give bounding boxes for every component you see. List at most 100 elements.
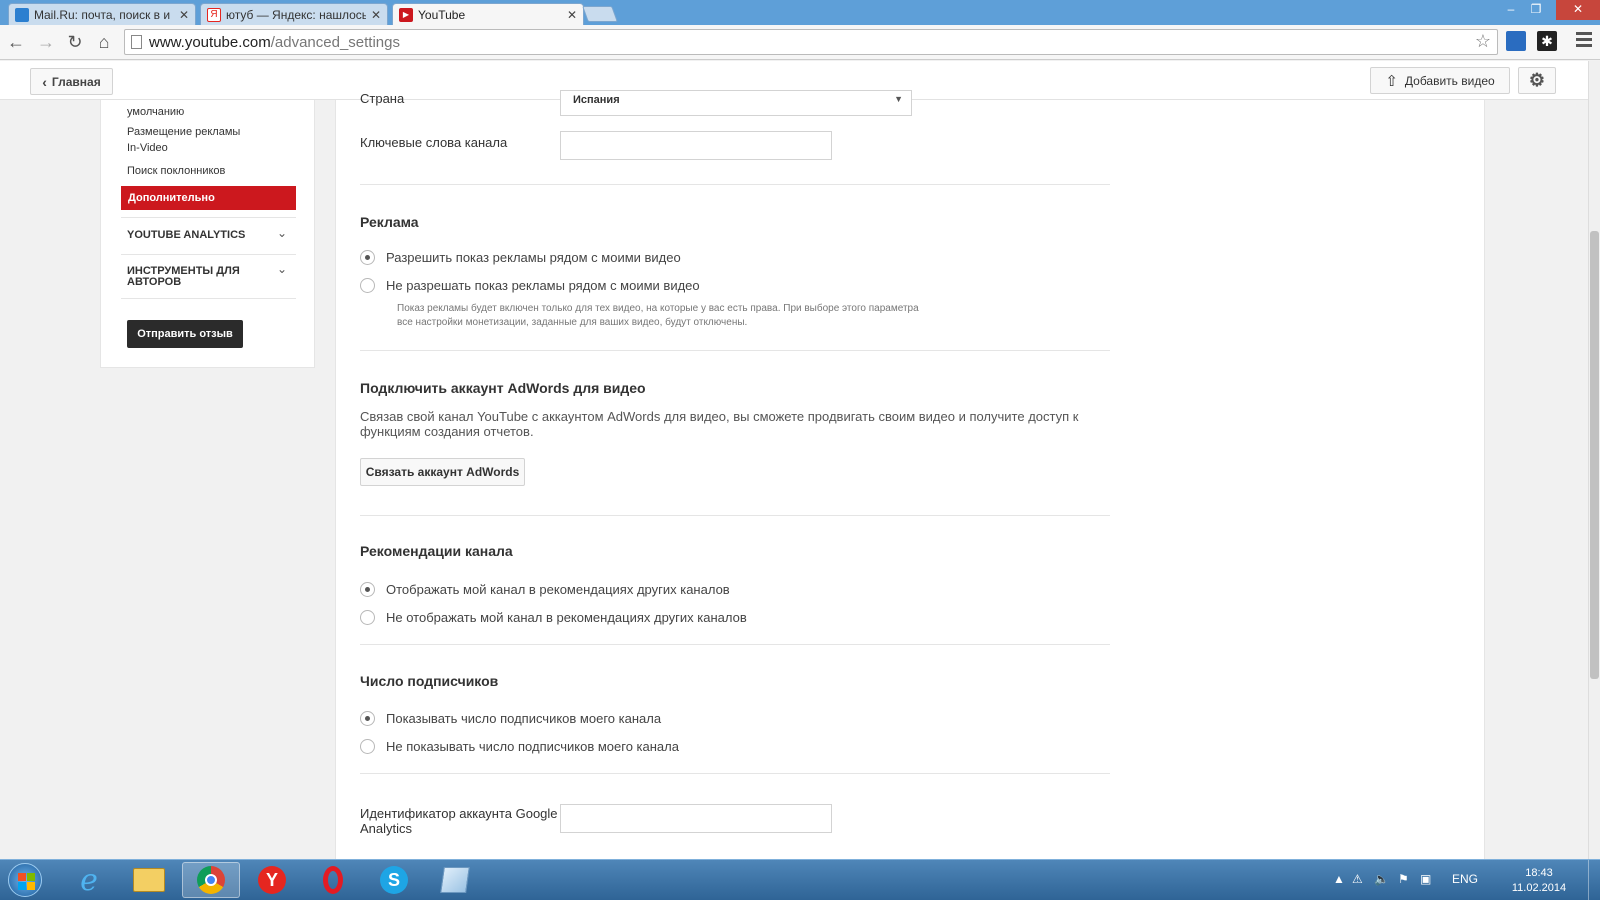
- gear-icon[interactable]: ⚙: [1518, 67, 1556, 94]
- tab-youtube[interactable]: ▶ YouTube ✕: [392, 3, 584, 25]
- tab-mailru[interactable]: Mail.Ru: почта, поиск в и ✕: [8, 3, 196, 25]
- radio-label: Показывать число подписчиков моего канал…: [386, 711, 662, 726]
- page-scrollbar[interactable]: [1588, 61, 1600, 859]
- sidebar-item-defaults[interactable]: умолчанию: [127, 104, 184, 120]
- skype-icon[interactable]: S: [365, 862, 423, 898]
- radio-button[interactable]: [360, 739, 375, 754]
- divider: [121, 217, 296, 218]
- radio-label: Разрешить показ рекламы рядом с моими ви…: [386, 250, 681, 265]
- country-value: Испания: [573, 94, 620, 106]
- radio-button[interactable]: [360, 610, 375, 625]
- analytics-id-label: Идентификатор аккаунта Google Analytics: [360, 806, 558, 836]
- radio-button[interactable]: [360, 250, 375, 265]
- window-close-button[interactable]: ✕: [1556, 0, 1600, 20]
- browser-toolbar: ← → ↻ ⌂ www.youtube.com/advanced_setting…: [0, 25, 1600, 60]
- divider: [360, 773, 1110, 774]
- windows-taskbar: e Y S ▲ ⚠ 🔈 ⚑ ▣ ENG 18:43 11.02.2014: [0, 859, 1600, 900]
- bookmark-star-icon[interactable]: ☆: [1475, 31, 1491, 52]
- new-tab-button[interactable]: [582, 6, 618, 22]
- chevron-down-icon[interactable]: ⌄: [277, 226, 287, 240]
- keywords-input[interactable]: [560, 131, 832, 160]
- radio-label: Не разрешать показ рекламы рядом с моими…: [386, 278, 700, 293]
- link-adwords-label: Связать аккаунт AdWords: [365, 465, 520, 479]
- warning-icon[interactable]: ⚠: [1352, 872, 1363, 886]
- send-feedback-button[interactable]: Отправить отзыв: [127, 320, 243, 348]
- extension-icon[interactable]: ✱: [1537, 31, 1557, 51]
- url-host: www.youtube.com: [149, 34, 271, 51]
- reload-icon[interactable]: ↻: [63, 30, 87, 54]
- chrome-icon[interactable]: [182, 862, 240, 898]
- show-desktop-button[interactable]: [1588, 860, 1600, 900]
- internet-explorer-icon[interactable]: e: [60, 862, 118, 898]
- forward-icon[interactable]: →: [34, 30, 58, 54]
- divider: [121, 298, 296, 299]
- folder-glyph: [133, 868, 165, 892]
- radio-label: Не показывать число подписчиков моего ка…: [386, 739, 679, 754]
- url-path: /advanced_settings: [270, 34, 400, 51]
- volume-icon[interactable]: 🔈: [1374, 872, 1389, 886]
- ads-disallow-option[interactable]: Не разрешать показ рекламы рядом с моими…: [360, 278, 700, 293]
- subscribers-show-option[interactable]: Показывать число подписчиков моего канал…: [360, 711, 661, 726]
- yandex-icon: Я: [207, 7, 221, 22]
- opera-icon[interactable]: [304, 862, 362, 898]
- close-icon[interactable]: ✕: [567, 8, 577, 22]
- upload-icon: ⇧: [1385, 72, 1398, 90]
- scrollbar-thumb[interactable]: [1590, 231, 1599, 679]
- sidebar-item-invideo-ads[interactable]: Размещение рекламы In-Video: [127, 124, 247, 156]
- home-button[interactable]: ‹ Главная: [30, 68, 113, 95]
- radio-button[interactable]: [360, 278, 375, 293]
- recommendations-show-option[interactable]: Отображать мой канал в рекомендациях дру…: [360, 582, 730, 597]
- country-select[interactable]: Испания ▼: [560, 90, 912, 116]
- notes-app-icon[interactable]: [426, 862, 484, 898]
- action-center-flag-icon[interactable]: ⚑: [1398, 872, 1409, 886]
- recommendations-hide-option[interactable]: Не отображать мой канал в рекомендациях …: [360, 610, 747, 625]
- address-bar[interactable]: www.youtube.com/advanced_settings ☆: [124, 29, 1498, 55]
- upload-video-button[interactable]: ⇧ Добавить видео: [1370, 67, 1510, 94]
- minimize-button[interactable]: –: [1500, 0, 1522, 20]
- sidebar-section-analytics[interactable]: YOUTUBE ANALYTICS: [127, 230, 252, 241]
- chrome-center: [205, 874, 217, 886]
- tab-yandex[interactable]: Я ютуб — Яндекс: нашлось ✕: [200, 3, 388, 25]
- analytics-id-input[interactable]: [560, 804, 832, 833]
- notes-glyph: [440, 867, 470, 893]
- file-explorer-icon[interactable]: [120, 862, 178, 898]
- tab-label: YouTube: [418, 7, 466, 22]
- radio-button[interactable]: [360, 582, 375, 597]
- radio-button[interactable]: [360, 711, 375, 726]
- divider: [360, 644, 1110, 645]
- show-hidden-icons-icon[interactable]: ▲: [1333, 872, 1345, 886]
- language-indicator[interactable]: ENG: [1452, 872, 1478, 886]
- sidebar-item-advanced[interactable]: Дополнительно: [121, 186, 296, 210]
- start-button[interactable]: [8, 863, 42, 897]
- home-icon[interactable]: ⌂: [92, 30, 116, 54]
- restore-button[interactable]: ❐: [1524, 0, 1548, 20]
- country-label: Страна: [360, 91, 405, 106]
- radio-label: Не отображать мой канал в рекомендациях …: [386, 610, 747, 625]
- yandex-browser-icon[interactable]: Y: [243, 862, 301, 898]
- url-text[interactable]: www.youtube.com/advanced_settings: [149, 34, 400, 51]
- divider: [121, 254, 296, 255]
- clock-date: 11.02.2014: [1511, 882, 1567, 894]
- browser-menu-icon[interactable]: [1576, 32, 1592, 50]
- back-icon[interactable]: ←: [4, 30, 28, 54]
- subscribers-hide-option[interactable]: Не показывать число подписчиков моего ка…: [360, 739, 679, 754]
- network-icon[interactable]: ▣: [1420, 872, 1431, 886]
- chevron-down-icon[interactable]: ⌄: [277, 262, 287, 276]
- sidebar-item-fan-finder[interactable]: Поиск поклонников: [127, 163, 225, 179]
- page-icon: [131, 35, 142, 49]
- system-clock[interactable]: 18:43 11.02.2014: [1503, 866, 1575, 896]
- radio-label: Отображать мой канал в рекомендациях дру…: [386, 582, 730, 597]
- ads-allow-option[interactable]: Разрешить показ рекламы рядом с моими ви…: [360, 250, 681, 265]
- browser-titlebar: Mail.Ru: почта, поиск в и ✕ Я ютуб — Янд…: [0, 0, 1600, 25]
- close-icon[interactable]: ✕: [179, 8, 189, 22]
- home-label: Главная: [51, 74, 101, 89]
- sidebar-section-creator-tools[interactable]: ИНСТРУМЕНТЫ ДЛЯ АВТОРОВ: [127, 266, 252, 288]
- link-adwords-button[interactable]: Связать аккаунт AdWords: [360, 458, 525, 486]
- divider: [360, 184, 1110, 185]
- windows-logo-icon: [18, 873, 26, 881]
- subscribers-section-title: Число подписчиков: [360, 673, 499, 689]
- adwords-section-title: Подключить аккаунт AdWords для видео: [360, 380, 646, 396]
- ie-glyph: e: [80, 862, 98, 898]
- translate-extension-icon[interactable]: [1506, 31, 1526, 51]
- close-icon[interactable]: ✕: [371, 8, 381, 22]
